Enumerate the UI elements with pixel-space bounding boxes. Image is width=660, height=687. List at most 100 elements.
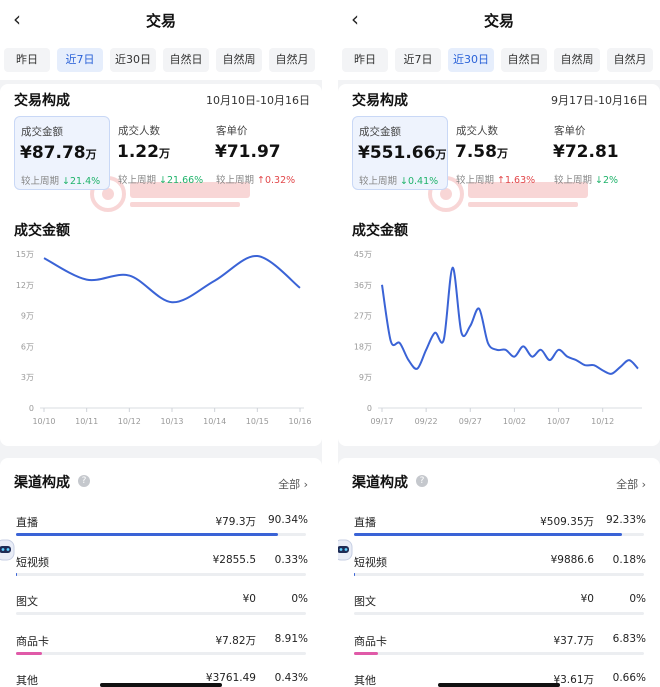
y-tick-label: 12万 — [16, 281, 34, 290]
gmv-series-line — [381, 266, 639, 375]
screenshot-left: ‹ 交易 昨日 近7日 近30日 自然日 自然周 自然月 交易构成 10月10日… — [0, 0, 322, 687]
metric-compare: 较上周期 ↓0.41% — [359, 176, 439, 187]
date-range[interactable]: 9月17日-10月16日 — [551, 92, 648, 108]
x-tick-label: 10/11 — [75, 417, 98, 426]
robot-assistant-icon[interactable] — [0, 536, 16, 564]
x-tick-label: 09/17 — [370, 417, 393, 426]
channel-name: 商品卡 — [16, 634, 49, 648]
channel-row[interactable]: 直播 ¥509.35万 92.33% — [338, 514, 660, 554]
share-bar-fill — [16, 533, 278, 536]
metric-avg-order-value[interactable]: 客单价 ¥72.81 较上周期 ↓2% — [548, 116, 644, 190]
x-tick-label: 10/10 — [32, 417, 55, 426]
x-tick-label: 10/12 — [591, 417, 614, 426]
channel-composition-card: 渠道构成 ? 全部 › 直播 ¥509.35万 92.33% 短视频 ¥9886.6 0.… — [338, 458, 660, 687]
share-bar-track — [354, 572, 644, 576]
tab-natural-day[interactable]: 自然日 — [163, 48, 209, 72]
tab-natural-month[interactable]: 自然月 — [607, 48, 653, 72]
tab-last-7-days[interactable]: 近7日 — [57, 48, 103, 72]
channel-row[interactable]: 图文 ¥0 0% — [0, 593, 322, 633]
gmv-line-chart[interactable]: 0 3万 6万 9万 12万 15万 10/10 10/11 10/12 10/13 10/14 10… — [0, 244, 322, 434]
y-tick-label: 15万 — [16, 250, 34, 259]
metric-buyers[interactable]: 成交人数 1.22万 较上周期 ↓21.66% — [112, 116, 208, 190]
robot-assistant-icon[interactable] — [338, 536, 354, 564]
metric-gmv[interactable]: 成交金额 ¥87.78万 较上周期 ↓21.4% — [14, 116, 110, 190]
metric-gmv[interactable]: 成交金额 ¥551.66万 较上周期 ↓0.41% — [352, 116, 448, 190]
y-tick-label: 9万 — [21, 312, 34, 321]
gmv-series-line — [43, 255, 301, 304]
home-indicator — [100, 683, 222, 687]
channel-row[interactable]: 短视频 ¥9886.6 0.18% — [338, 554, 660, 594]
metric-label: 成交金额 — [359, 126, 401, 138]
channel-share: 0.43% — [274, 672, 308, 684]
page-title: 交易 — [483, 12, 514, 30]
metric-compare: 较上周期 ↑1.63% — [456, 175, 536, 186]
tab-yesterday[interactable]: 昨日 — [342, 48, 388, 72]
channel-share: 6.83% — [612, 632, 646, 645]
tab-natural-day[interactable]: 自然日 — [501, 48, 547, 72]
top-bar: ‹ 交易 — [338, 0, 660, 40]
channel-name: 短视频 — [16, 555, 49, 569]
trade-composition-card: 交易构成 9月17日-10月16日 成交金额 ¥551.66万 较上周期 ↓0.4… — [338, 84, 660, 446]
metric-label: 成交人数 — [456, 125, 498, 137]
x-tick-label: 10/02 — [503, 417, 526, 426]
time-range-tabs: 昨日 近7日 近30日 自然日 自然周 自然月 — [0, 40, 322, 80]
y-tick-label: 0 — [29, 404, 34, 413]
panel-divider — [322, 0, 338, 687]
channel-share: 8.91% — [274, 632, 308, 645]
share-bar-track — [16, 533, 306, 536]
metric-value: ¥87.78万 — [20, 143, 97, 163]
view-all-link[interactable]: 全部 › — [616, 476, 646, 492]
x-tick-label: 10/14 — [203, 417, 226, 426]
share-bar-track — [16, 651, 306, 655]
y-tick-label: 36万 — [354, 281, 372, 290]
channel-row[interactable]: 商品卡 ¥37.7万 6.83% — [338, 633, 660, 673]
channel-row[interactable]: 短视频 ¥2855.5 0.33% — [0, 554, 322, 594]
date-range[interactable]: 10月10日-10月16日 — [206, 92, 310, 108]
channel-name: 其他 — [16, 674, 38, 687]
tab-natural-week[interactable]: 自然周 — [554, 48, 600, 72]
channel-composition-card: 渠道构成 ? 全部 › 直播 ¥79.3万 90.34% 短视频 ¥2855.5 0.33… — [0, 458, 322, 687]
info-icon[interactable]: ? — [416, 475, 428, 487]
metric-compare: 较上周期 ↓21.4% — [21, 176, 101, 187]
tab-last-30-days[interactable]: 近30日 — [110, 48, 156, 72]
y-tick-label: 18万 — [354, 342, 372, 351]
info-icon[interactable]: ? — [78, 475, 90, 487]
y-tick-label: 9万 — [359, 373, 372, 382]
channel-share: 0.66% — [612, 672, 646, 684]
gmv-line-chart[interactable]: 0 9万 18万 27万 36万 45万 09/17 09/22 09/27 10/02 10/07… — [338, 244, 660, 434]
chart-title: 成交金额 — [352, 223, 408, 239]
y-tick-label: 3万 — [21, 373, 34, 382]
tab-last-7-days[interactable]: 近7日 — [395, 48, 441, 72]
tab-last-30-days[interactable]: 近30日 — [448, 48, 494, 72]
channel-row[interactable]: 图文 ¥0 0% — [338, 593, 660, 633]
channel-name: 短视频 — [354, 555, 387, 569]
screenshot-right: ‹ 交易 昨日 近7日 近30日 自然日 自然周 自然月 交易构成 9月17日-… — [338, 0, 660, 687]
y-tick-label: 27万 — [354, 312, 372, 321]
channel-share: 0.18% — [612, 553, 646, 566]
channel-name: 直播 — [16, 516, 38, 529]
x-tick-label: 09/27 — [459, 417, 482, 426]
tab-natural-month[interactable]: 自然月 — [269, 48, 315, 72]
share-bar-track — [16, 572, 306, 576]
tab-natural-week[interactable]: 自然周 — [216, 48, 262, 72]
metric-value: ¥71.97 — [215, 142, 281, 162]
view-all-link[interactable]: 全部 › — [278, 476, 308, 492]
metric-label: 客单价 — [216, 125, 248, 137]
channel-name: 商品卡 — [354, 634, 387, 648]
top-bar: ‹ 交易 — [0, 0, 322, 40]
metric-avg-order-value[interactable]: 客单价 ¥71.97 较上周期 ↑0.32% — [210, 116, 306, 190]
x-tick-label: 09/22 — [415, 417, 438, 426]
channel-row[interactable]: 商品卡 ¥7.82万 8.91% — [0, 633, 322, 673]
channel-amount: ¥79.3万 — [215, 516, 256, 528]
channel-share: 0% — [629, 593, 646, 605]
page-title: 交易 — [145, 12, 176, 30]
channel-row[interactable]: 直播 ¥79.3万 90.34% — [0, 514, 322, 554]
section-title: 交易构成 — [352, 93, 408, 109]
x-tick-label: 10/07 — [547, 417, 570, 426]
channel-name: 图文 — [16, 595, 38, 608]
metric-buyers[interactable]: 成交人数 7.58万 较上周期 ↑1.63% — [450, 116, 546, 190]
share-bar-track — [354, 651, 644, 655]
tab-yesterday[interactable]: 昨日 — [4, 48, 50, 72]
y-tick-label: 45万 — [354, 250, 372, 259]
section-title: 渠道构成 — [14, 475, 70, 491]
